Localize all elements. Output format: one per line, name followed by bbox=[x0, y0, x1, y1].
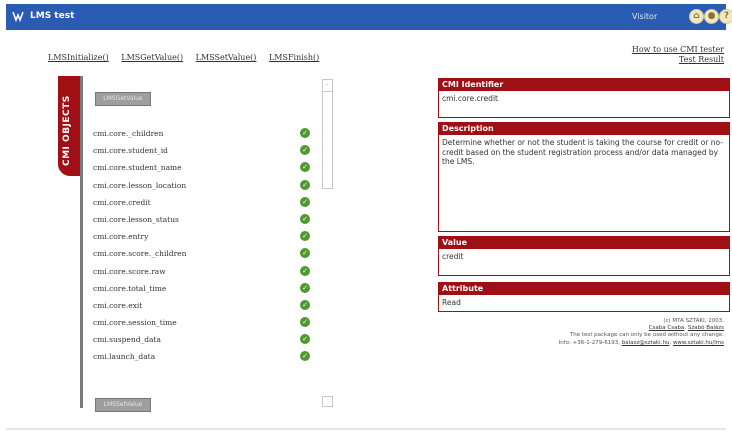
check-icon: ✓ bbox=[300, 248, 310, 259]
cmi-object-row[interactable]: cmi.core.score.raw ✓ bbox=[93, 265, 313, 283]
api-links: LMSInitialize() LMSGetValue() LMSSetValu… bbox=[48, 53, 329, 62]
cmi-object-label: cmi.core.credit bbox=[93, 197, 151, 207]
cmi-object-row[interactable]: cmi.suspend_data ✓ bbox=[93, 334, 313, 351]
identifier-value: cmi.core.credit bbox=[442, 94, 498, 103]
description-field: Description Determine whether or not the… bbox=[438, 122, 730, 232]
cmi-object-label: cmi.core.student_id bbox=[93, 146, 168, 156]
usage-note: The test package can only be used withou… bbox=[569, 332, 724, 339]
cmi-object-row[interactable]: cmi.core.session_time ✓ bbox=[93, 317, 313, 334]
cmi-object-row[interactable]: cmi.core.student_id ✓ bbox=[93, 145, 313, 162]
cmi-object-row[interactable]: cmi.core.lesson_status ✓ bbox=[93, 213, 313, 231]
attribute-header: Attribute bbox=[439, 283, 729, 295]
cmi-object-row[interactable]: cmi.core._children ✓ bbox=[93, 128, 313, 145]
author-link-2[interactable]: Szabó Balázs bbox=[688, 325, 724, 331]
cmi-object-label: cmi.core.student_name bbox=[93, 163, 182, 173]
authors: Csaba Csaba, Szabó Balázs bbox=[648, 325, 724, 332]
cmi-object-row[interactable]: cmi.core.exit ✓ bbox=[93, 299, 313, 317]
cmi-object-row[interactable]: cmi.core.lesson_location ✓ bbox=[93, 179, 313, 197]
cmi-object-label: cmi.suspend_data bbox=[93, 335, 162, 345]
user-name: Visitor bbox=[632, 12, 658, 21]
cmi-object-label: cmi.core.entry bbox=[93, 232, 149, 242]
check-icon: ✓ bbox=[300, 213, 310, 224]
check-icon: ✓ bbox=[300, 162, 310, 173]
cmi-object-label: cmi.core.lesson_status bbox=[93, 214, 179, 224]
check-icon: ✓ bbox=[300, 351, 310, 362]
check-icon: ✓ bbox=[300, 265, 310, 276]
settings-icon[interactable]: ● bbox=[704, 9, 719, 24]
cmi-objects-tab[interactable]: CMI OBJECTS bbox=[58, 76, 80, 176]
value-field: Value credit bbox=[438, 236, 730, 276]
set-value-button[interactable]: LMSSetValue bbox=[95, 398, 151, 412]
cmi-object-label: cmi.launch_data bbox=[93, 352, 156, 362]
lms-get-value-link[interactable]: LMSGetValue() bbox=[121, 53, 183, 62]
cmi-objects-panel: LMSGetValue cmi.core._children ✓ cmi.core.… bbox=[80, 76, 338, 412]
check-icon: ✓ bbox=[300, 145, 310, 156]
footer-divider bbox=[6, 428, 726, 430]
cmi-object-row[interactable]: cmi.core.total_time ✓ bbox=[93, 282, 313, 300]
email-link[interactable]: balasz@sztaki.hu bbox=[622, 340, 670, 346]
cmi-object-label: cmi.core.score._children bbox=[93, 249, 187, 259]
credits: (c) MTA SZTAKI, 2003. Csaba Csaba, Szabó… bbox=[559, 318, 724, 347]
check-icon: ✓ bbox=[300, 231, 310, 242]
cmi-object-row[interactable]: cmi.core.student_name ✓ bbox=[93, 162, 313, 179]
check-icon: ✓ bbox=[300, 299, 310, 310]
contact-info: Info: +36-1-279-6193, bbox=[558, 339, 620, 346]
cmi-object-label: cmi.core.total_time bbox=[93, 283, 167, 293]
app-title: LMS test bbox=[30, 11, 75, 21]
check-icon: ✓ bbox=[300, 334, 310, 345]
cmi-object-label: cmi.core.lesson_location bbox=[93, 180, 187, 190]
check-icon: ✓ bbox=[300, 179, 310, 190]
cmi-object-row[interactable]: cmi.launch_data ✓ bbox=[93, 351, 313, 368]
test-result-link[interactable]: Test Result bbox=[632, 55, 724, 65]
description-value: Determine whether or not the student is … bbox=[442, 138, 723, 166]
check-icon: ✓ bbox=[300, 128, 310, 138]
cmi-object-label: cmi.core._children bbox=[93, 129, 164, 138]
cmi-object-label: cmi.core.exit bbox=[93, 300, 143, 310]
lms-finish-link[interactable]: LMSFinish() bbox=[269, 53, 319, 62]
cmi-object-label: cmi.core.score.raw bbox=[93, 266, 166, 276]
home-icon[interactable]: ⌂ bbox=[689, 9, 704, 24]
author-link-1[interactable]: Csaba Csaba bbox=[649, 325, 685, 331]
cmi-objects-tab-label: CMI OBJECTS bbox=[62, 95, 72, 166]
title-bar: LMS test Visitor ⌂ ● ? bbox=[6, 4, 732, 30]
contact-line: Info: +36-1-279-6193, balasz@sztaki.hu, … bbox=[558, 339, 724, 346]
attribute-value: Read bbox=[442, 298, 461, 307]
scroll-up-icon[interactable]: – bbox=[323, 80, 332, 92]
cmi-object-row[interactable]: cmi.core.score._children ✓ bbox=[93, 248, 313, 265]
identifier-field: CMI Identifier cmi.core.credit bbox=[438, 78, 730, 118]
scrollbar[interactable]: – bbox=[322, 79, 333, 189]
cmi-object-list: cmi.core._children ✓ cmi.core.student_id ✓ c… bbox=[93, 128, 313, 369]
scroll-down-button[interactable] bbox=[322, 396, 333, 407]
help-icon[interactable]: ? bbox=[719, 9, 732, 24]
check-icon: ✓ bbox=[300, 317, 310, 328]
attribute-field: Attribute Read bbox=[438, 282, 730, 312]
cmi-object-row[interactable]: cmi.core.entry ✓ bbox=[93, 231, 313, 248]
lms-initialize-link[interactable]: LMSInitialize() bbox=[48, 53, 109, 62]
help-links: How to use CMI tester Test Result bbox=[632, 45, 724, 65]
value-header: Value bbox=[439, 237, 729, 249]
check-icon: ✓ bbox=[300, 282, 310, 293]
site-link[interactable]: www.sztaki.hu/lms bbox=[673, 340, 724, 346]
how-to-use-link[interactable]: How to use CMI tester bbox=[632, 45, 724, 55]
value-value: credit bbox=[442, 252, 464, 261]
cmi-object-label: cmi.core.session_time bbox=[93, 318, 177, 328]
description-header: Description bbox=[439, 123, 729, 135]
app-logo-icon bbox=[12, 11, 24, 22]
get-value-button[interactable]: LMSGetValue bbox=[95, 92, 151, 106]
cmi-object-row[interactable]: cmi.core.credit ✓ bbox=[93, 196, 313, 214]
check-icon: ✓ bbox=[300, 196, 310, 207]
lms-set-value-link[interactable]: LMSSetValue() bbox=[196, 53, 257, 62]
identifier-header: CMI Identifier bbox=[439, 79, 729, 91]
